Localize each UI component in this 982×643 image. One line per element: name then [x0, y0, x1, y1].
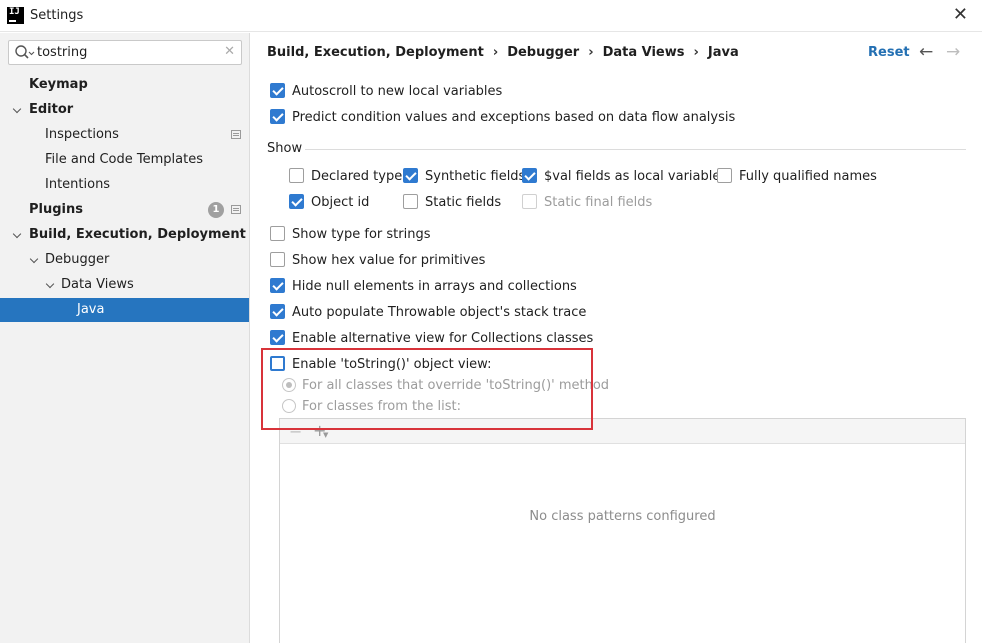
show-hex-checkbox[interactable] [270, 252, 285, 267]
sidebar-item-build-execution-deployment[interactable]: Build, Execution, Deployment [0, 223, 249, 247]
show-section-label: Show [267, 141, 303, 156]
update-count-badge: 1 [208, 202, 224, 218]
intellij-logo-icon: IJ [7, 7, 24, 24]
chevron-down-icon[interactable] [29, 248, 41, 272]
hide-null-option[interactable]: Hide null elements in arrays and collect… [270, 278, 577, 298]
option-label: $val fields as local variables [544, 169, 728, 184]
sidebar-item-java[interactable]: Java [0, 298, 249, 322]
static-fields-option[interactable]: Static fields [403, 194, 501, 214]
predict-checkbox[interactable] [270, 109, 285, 124]
predict-option[interactable]: Predict condition values and exceptions … [270, 109, 735, 129]
search-icon[interactable] [13, 43, 35, 63]
breadcrumb-item: Data Views [602, 45, 685, 60]
fully-qualified-checkbox[interactable] [717, 168, 732, 183]
sidebar-item-data-views[interactable]: Data Views [0, 273, 249, 297]
option-label: Hide null elements in arrays and collect… [292, 279, 577, 294]
object-id-checkbox[interactable] [289, 194, 304, 209]
option-label: Predict condition values and exceptions … [292, 110, 736, 125]
sidebar-item-label: Intentions [45, 177, 111, 192]
fully-qualified-option[interactable]: Fully qualified names [717, 168, 877, 188]
sidebar-item-editor[interactable]: Editor [0, 98, 249, 122]
sidebar-item-intentions[interactable]: Intentions [0, 173, 249, 197]
breadcrumb-item: Debugger [507, 45, 580, 60]
section-divider [305, 149, 966, 150]
breadcrumb-chevron-icon: › [588, 45, 594, 60]
show-type-strings-checkbox[interactable] [270, 226, 285, 241]
class-patterns-list[interactable]: − + ▼ No class patterns configured [279, 418, 966, 643]
sidebar-item-label: File and Code Templates [45, 152, 203, 167]
autoscroll-option[interactable]: Autoscroll to new local variables [270, 83, 502, 103]
breadcrumb-chevron-icon: › [492, 45, 499, 60]
auto-populate-checkbox[interactable] [270, 304, 285, 319]
option-label: Declared type [311, 169, 403, 184]
alt-view-option[interactable]: Enable alternative view for Collections … [270, 330, 593, 350]
option-label: Show type for strings [292, 227, 431, 242]
chevron-down-icon[interactable] [12, 223, 24, 247]
synthetic-fields-option[interactable]: Synthetic fields [403, 168, 525, 188]
dropdown-arrow-icon: ▼ [323, 431, 329, 439]
sidebar-item-label: Java [77, 302, 105, 317]
breadcrumb-item: Java [707, 45, 739, 60]
declared-type-option[interactable]: Declared type [289, 168, 402, 188]
breadcrumb: Build, Execution, Deployment › Debugger › Da… [267, 45, 739, 60]
show-type-strings-option[interactable]: Show type for strings [270, 226, 430, 246]
reset-link[interactable]: Reset [868, 45, 910, 60]
sidebar-item-label: Keymap [29, 77, 88, 92]
alt-view-checkbox[interactable] [270, 330, 285, 345]
breadcrumb-item: Build, Execution, Deployment [267, 45, 484, 60]
sidebar-item-label: Inspections [45, 127, 119, 142]
sidebar-item-inspections[interactable]: Inspections [0, 123, 249, 147]
sidebar-item-debugger[interactable]: Debugger [0, 248, 249, 272]
sidebar-item-label: Debugger [45, 252, 110, 267]
chevron-down-icon[interactable] [12, 98, 24, 122]
close-icon[interactable]: ✕ [953, 4, 968, 26]
empty-list-text: No class patterns configured [529, 509, 716, 524]
search-box[interactable]: ✕ [8, 40, 242, 65]
option-label: Autoscroll to new local variables [292, 84, 503, 99]
highlight-annotation [261, 348, 593, 430]
option-label: Static final fields [544, 195, 653, 210]
back-arrow-icon[interactable]: ← [919, 42, 933, 62]
sidebar-item-label: Plugins [29, 202, 83, 217]
option-label: Object id [311, 195, 370, 210]
forward-arrow-icon[interactable]: → [946, 42, 960, 62]
project-level-icon [231, 130, 241, 139]
val-fields-checkbox[interactable] [522, 168, 537, 183]
val-fields-option[interactable]: $val fields as local variables [522, 168, 727, 188]
sidebar: ✕ Keymap Editor Inspections File and Cod… [0, 33, 250, 643]
option-label: Show hex value for primitives [292, 253, 486, 268]
option-label: Synthetic fields [425, 169, 526, 184]
chevron-down-icon[interactable] [45, 273, 57, 297]
search-input[interactable] [37, 43, 217, 62]
sidebar-item-file-code-templates[interactable]: File and Code Templates [0, 148, 249, 172]
hide-null-checkbox[interactable] [270, 278, 285, 293]
breadcrumb-chevron-icon: › [693, 45, 699, 60]
declared-type-checkbox[interactable] [289, 168, 304, 183]
clear-search-icon[interactable]: ✕ [224, 44, 235, 59]
static-final-fields-checkbox[interactable] [522, 194, 537, 209]
window-title: Settings [30, 8, 84, 23]
option-label: Auto populate Throwable object's stack t… [292, 305, 587, 320]
static-final-fields-option[interactable]: Static final fields [522, 194, 652, 214]
option-label: Enable alternative view for Collections … [292, 331, 594, 346]
sidebar-item-label: Data Views [61, 277, 134, 292]
auto-populate-option[interactable]: Auto populate Throwable object's stack t… [270, 304, 586, 324]
object-id-option[interactable]: Object id [289, 194, 369, 214]
option-label: Fully qualified names [739, 169, 877, 184]
title-bar: IJ Settings ✕ [0, 0, 982, 32]
sidebar-item-label: Editor [29, 102, 74, 117]
autoscroll-checkbox[interactable] [270, 83, 285, 98]
sidebar-item-label: Build, Execution, Deployment [29, 227, 246, 242]
option-label: Static fields [425, 195, 502, 210]
synthetic-fields-checkbox[interactable] [403, 168, 418, 183]
static-fields-checkbox[interactable] [403, 194, 418, 209]
sidebar-item-plugins[interactable]: Plugins 1 [0, 198, 249, 222]
settings-content: Build, Execution, Deployment › Debugger › Da… [251, 33, 982, 643]
sidebar-item-keymap[interactable]: Keymap [0, 73, 249, 97]
project-level-icon [231, 205, 241, 214]
show-hex-option[interactable]: Show hex value for primitives [270, 252, 485, 272]
